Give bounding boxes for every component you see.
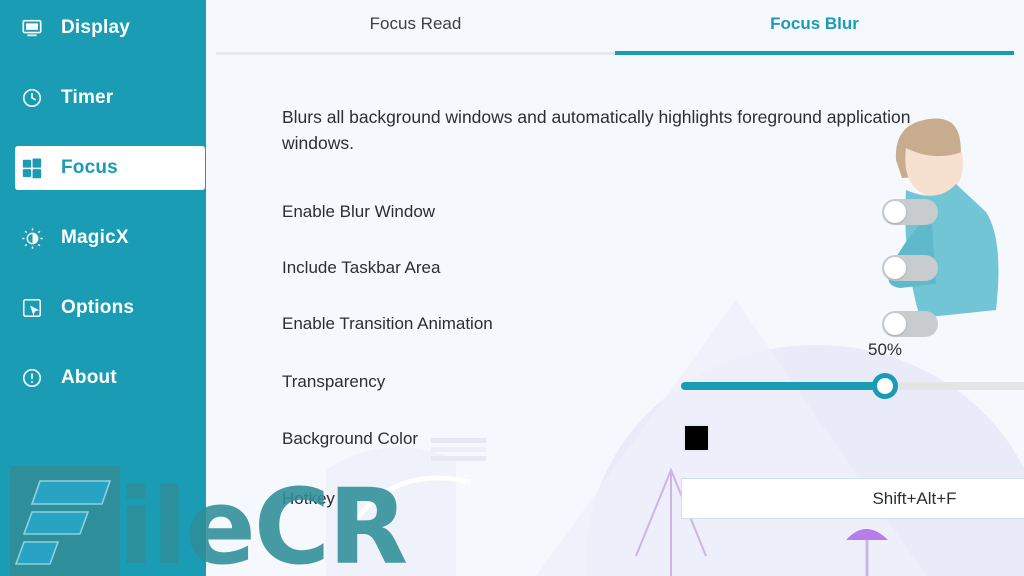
tab-focus-read[interactable]: Focus Read (216, 0, 615, 55)
setting-row-enable-blur-window: Enable Blur Window (282, 197, 1010, 227)
brightness-icon (15, 227, 49, 250)
setting-label: Enable Blur Window (282, 202, 436, 221)
sidebar-item-label: About (61, 367, 117, 388)
transparency-slider[interactable] (681, 373, 1024, 399)
setting-row-enable-transition-animation: Enable Transition Animation (282, 309, 1010, 339)
content-panel: Focus Read Focus Blur Blurs all backgrou… (206, 0, 1024, 576)
toggle-knob (884, 257, 906, 279)
setting-row-include-taskbar-area: Include Taskbar Area (282, 253, 1010, 283)
sidebar-item-label: Options (61, 297, 135, 318)
transparency-value-label: 50% (867, 340, 903, 359)
sidebar-item-magicx[interactable]: MagicX (15, 216, 205, 260)
sidebar-item-label: Focus (61, 157, 118, 178)
hotkey-input[interactable]: Shift+Alt+F (681, 478, 1024, 519)
toggle-enable-blur-window[interactable] (882, 199, 938, 225)
sidebar-item-label: Display (61, 17, 130, 38)
clock-icon (15, 87, 49, 109)
cursor-frame-icon (15, 297, 49, 319)
toggle-include-taskbar-area[interactable] (882, 255, 938, 281)
background-color-swatch[interactable] (683, 424, 710, 452)
setting-label: Background Color (282, 429, 419, 448)
setting-label: Transparency (282, 372, 386, 391)
sidebar-item-about[interactable]: About (15, 356, 205, 400)
sidebar: Display Timer Focus MagicX Options About (0, 0, 206, 576)
hotkey-value: Shift+Alt+F (872, 488, 957, 508)
app-window: Display Timer Focus MagicX Options About… (0, 0, 1024, 576)
tab-label: Focus Blur (770, 13, 859, 33)
setting-label: Include Taskbar Area (282, 258, 441, 277)
toggle-knob (884, 201, 906, 223)
sidebar-item-options[interactable]: Options (15, 286, 205, 330)
toggle-knob (884, 313, 906, 335)
setting-row-background-color: Background Color (282, 424, 1010, 454)
monitor-icon (15, 17, 49, 39)
sidebar-item-label: Timer (61, 87, 114, 108)
section-description: Blurs all background windows and automat… (282, 107, 911, 153)
tab-bar: Focus Read Focus Blur (216, 0, 1014, 55)
setting-label: Enable Transition Animation (282, 314, 493, 333)
tab-focus-blur[interactable]: Focus Blur (615, 0, 1014, 55)
tab-underline-active (615, 51, 1014, 55)
sidebar-item-timer[interactable]: Timer (15, 76, 205, 120)
windows-icon (15, 157, 49, 179)
sidebar-item-display[interactable]: Display (15, 6, 205, 50)
tab-underline (216, 52, 615, 55)
slider-thumb[interactable] (872, 373, 898, 399)
slider-fill (681, 382, 885, 390)
info-icon (15, 367, 49, 389)
tab-label: Focus Read (369, 13, 462, 33)
setting-label: Hotkey (282, 489, 335, 508)
toggle-enable-transition-animation[interactable] (882, 311, 938, 337)
sidebar-item-focus[interactable]: Focus (15, 146, 205, 190)
sidebar-item-label: MagicX (61, 227, 129, 248)
